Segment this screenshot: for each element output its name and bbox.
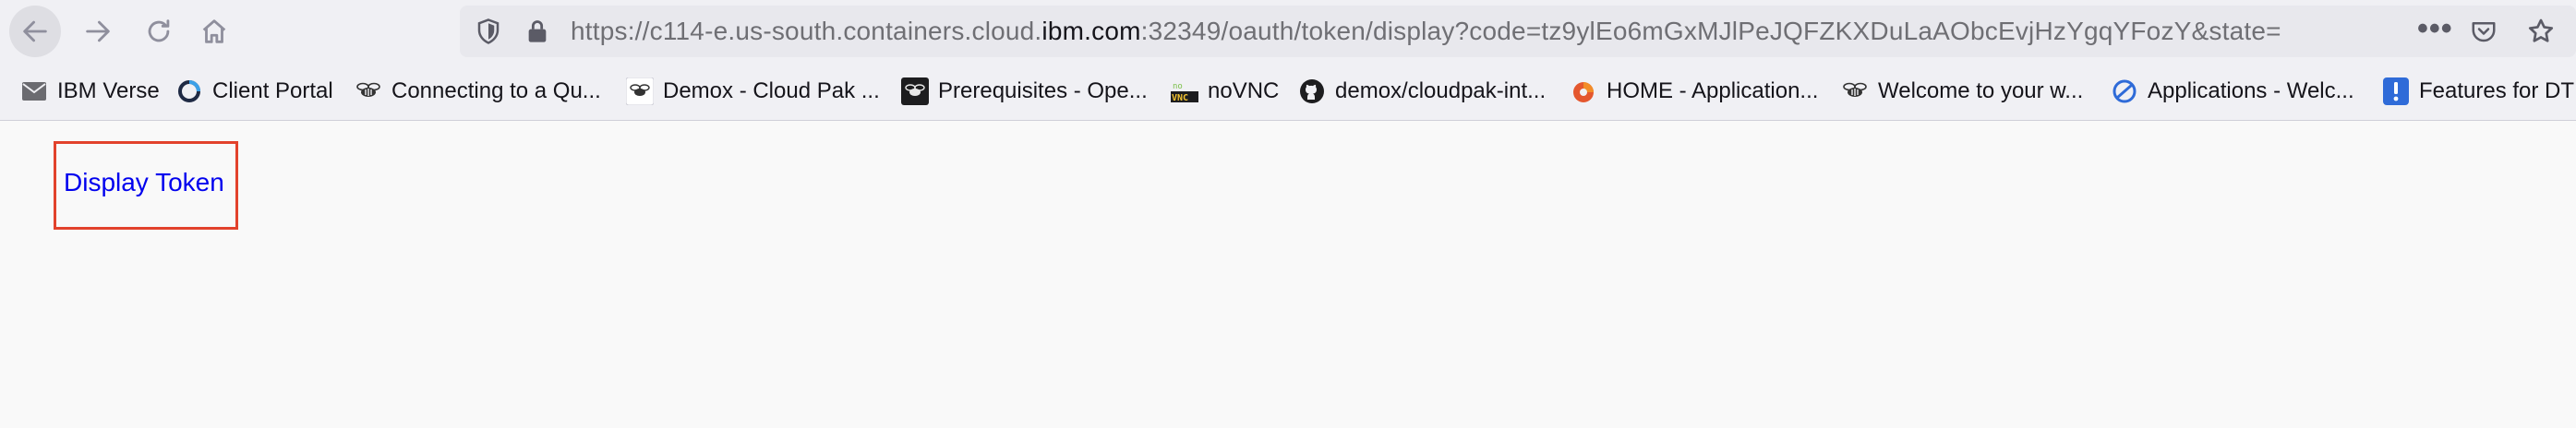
exclamation-icon bbox=[2382, 77, 2410, 105]
bookmark-item[interactable]: IBM Verse bbox=[20, 63, 160, 120]
url-text[interactable]: https://c114-e.us-south.containers.cloud… bbox=[571, 6, 2281, 57]
bookmark-star-icon[interactable] bbox=[2526, 17, 2556, 46]
bookmark-label: Demox - Cloud Pak ... bbox=[663, 78, 880, 103]
bookmark-item[interactable]: Client Portal bbox=[175, 63, 333, 120]
bee-badge-icon bbox=[626, 77, 654, 105]
forward-arrow-icon bbox=[86, 20, 110, 42]
github-icon bbox=[1298, 77, 1326, 105]
url-domain: ibm.com bbox=[1041, 17, 1141, 45]
bookmark-label: IBM Verse bbox=[57, 78, 160, 103]
bookmark-item[interactable]: HOME - Application... bbox=[1570, 63, 1818, 120]
bookmark-label: noVNC bbox=[1208, 78, 1280, 103]
bookmark-label: Connecting to a Qu... bbox=[391, 78, 601, 103]
bookmark-label: HOME - Application... bbox=[1607, 78, 1819, 103]
bookmark-item[interactable]: Welcome to your w... bbox=[1841, 63, 2083, 120]
bee-icon bbox=[1841, 77, 1869, 105]
ring-icon bbox=[175, 77, 203, 105]
bookmarks-toolbar: IBM Verse Client Portal Connecting to a … bbox=[0, 63, 2576, 121]
home-button[interactable] bbox=[188, 6, 240, 57]
svg-text:VNC: VNC bbox=[1172, 93, 1188, 103]
bookmark-item[interactable]: Features for DT bbox=[2382, 63, 2574, 120]
page-content: Display Token bbox=[0, 121, 2576, 428]
url-prefix: https://c114-e.us-south.containers.cloud… bbox=[571, 17, 1042, 45]
svg-text:no: no bbox=[1173, 82, 1183, 91]
bookmark-item[interactable]: Demox - Cloud Pak ... bbox=[626, 63, 880, 120]
bookmark-label: Client Portal bbox=[212, 78, 333, 103]
highlight-box: Display Token bbox=[54, 141, 238, 230]
reload-icon bbox=[148, 19, 170, 42]
display-token-link[interactable]: Display Token bbox=[64, 168, 224, 197]
page-actions-more-button[interactable]: ••• bbox=[2417, 6, 2453, 57]
back-arrow-icon bbox=[23, 20, 47, 42]
tracking-protection-shield-icon[interactable] bbox=[475, 18, 502, 45]
bookmark-label: Features for DT bbox=[2419, 78, 2575, 103]
url-suffix: :32349/oauth/token/display?code=tz9ylEo6… bbox=[1140, 17, 2281, 45]
bookmark-item[interactable]: demox/cloudpak-int... bbox=[1298, 63, 1546, 120]
browser-toolbar: https://c114-e.us-south.containers.cloud… bbox=[0, 0, 2576, 63]
back-button[interactable] bbox=[9, 6, 61, 57]
forward-button[interactable] bbox=[72, 6, 124, 57]
bookmark-label: demox/cloudpak-int... bbox=[1335, 78, 1547, 103]
bookmark-label: Welcome to your w... bbox=[1878, 78, 2084, 103]
bookmark-item[interactable]: Prerequisites - Ope... bbox=[901, 63, 1148, 120]
address-bar[interactable]: https://c114-e.us-south.containers.cloud… bbox=[460, 6, 2576, 57]
blue-arc-icon bbox=[2111, 77, 2138, 105]
home-icon bbox=[202, 19, 226, 43]
bookmark-item[interactable]: Connecting to a Qu... bbox=[355, 63, 601, 120]
pocket-icon[interactable] bbox=[2469, 18, 2498, 45]
bookmark-item[interactable]: Applications - Welc... bbox=[2111, 63, 2354, 120]
bee-icon bbox=[355, 77, 382, 105]
bookmark-label: Applications - Welc... bbox=[2148, 78, 2354, 103]
novnc-icon: no VNC bbox=[1171, 77, 1198, 105]
orange-app-icon bbox=[1570, 77, 1597, 105]
bee-dark-badge-icon bbox=[901, 77, 929, 105]
bookmark-item[interactable]: no VNC noVNC bbox=[1171, 63, 1279, 120]
bookmark-label: Prerequisites - Ope... bbox=[938, 78, 1148, 103]
envelope-icon bbox=[20, 77, 48, 105]
lock-icon[interactable] bbox=[524, 18, 550, 45]
reload-button[interactable] bbox=[133, 6, 185, 57]
